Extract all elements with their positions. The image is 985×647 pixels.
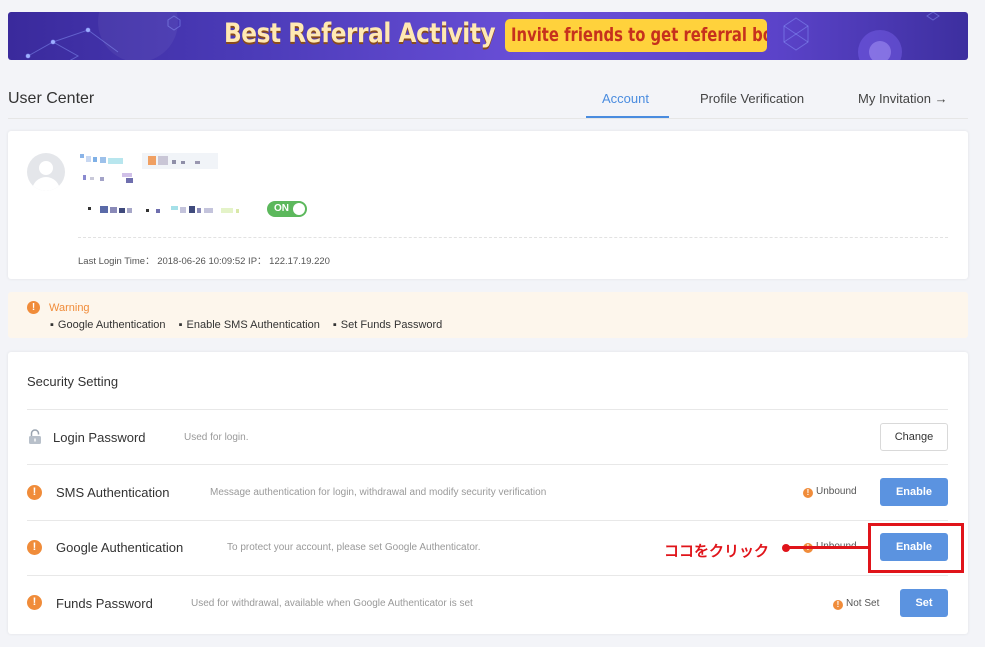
warning-items: Google Authentication Enable SMS Authent… <box>50 319 452 331</box>
divider <box>27 409 948 410</box>
login-password-label: Login Password <box>53 430 146 445</box>
alert-icon: ! <box>833 600 843 610</box>
google-auth-label: Google Authentication <box>56 540 184 555</box>
alert-icon: ! <box>27 540 42 555</box>
alert-icon: ! <box>27 485 42 500</box>
alert-icon: ! <box>803 488 813 498</box>
header-divider <box>8 118 968 119</box>
warning-title: Warning <box>49 302 90 314</box>
enable-sms-button[interactable]: Enable <box>880 478 948 506</box>
security-setting-card: Security Setting Login Password Used for… <box>8 352 968 634</box>
banner-invite-pill: Invite friends to get referral bonus <box>505 19 767 52</box>
last-login-info: Last Login Time： 2018-06-26 10:09:52 IP：… <box>78 256 330 267</box>
divider <box>27 464 948 465</box>
annotation-text: ココをクリック <box>664 543 770 560</box>
login-password-desc: Used for login. <box>184 432 249 443</box>
referral-banner[interactable]: Best Referral Activity Invite friends to… <box>8 12 968 60</box>
warning-item: Set Funds Password <box>333 319 442 331</box>
avatar[interactable] <box>27 153 65 191</box>
account-divider <box>78 237 948 238</box>
sms-auth-desc: Message authentication for login, withdr… <box>210 487 547 498</box>
set-funds-password-button[interactable]: Set <box>900 589 948 617</box>
google-auth-desc: To protect your account, please set Goog… <box>227 542 481 553</box>
account-card: ON Last Login Time： 2018-06-26 10:09:52 … <box>8 131 968 279</box>
warning-item: Enable SMS Authentication <box>179 319 320 331</box>
alert-icon: ! <box>27 595 42 610</box>
warning-item: Google Authentication <box>50 319 166 331</box>
divider <box>27 575 948 576</box>
sms-auth-label: SMS Authentication <box>56 485 170 500</box>
change-password-button[interactable]: Change <box>880 423 948 451</box>
lock-icon <box>29 429 41 444</box>
funds-password-desc: Used for withdrawal, available when Goog… <box>191 598 473 609</box>
sms-auth-status: ! Unbound <box>803 486 857 498</box>
divider <box>27 520 948 521</box>
annotation-highlight-box <box>868 523 964 573</box>
funds-password-status: ! Not Set <box>833 598 879 610</box>
tab-profile-verification[interactable]: Profile Verification <box>700 91 804 106</box>
warning-icon: ! <box>27 301 40 314</box>
banner-title: Best Referral Activity <box>224 18 496 49</box>
funds-password-label: Funds Password <box>56 596 153 611</box>
toggle-switch[interactable]: ON <box>267 201 307 217</box>
security-setting-title: Security Setting <box>27 374 119 389</box>
tab-bar: Account Profile Verification My Invitati… <box>0 88 985 120</box>
annotation-arrow-line <box>787 546 869 549</box>
tab-account[interactable]: Account <box>602 91 649 106</box>
tab-my-invitation[interactable]: My Invitation → <box>858 91 948 106</box>
warning-panel: ! Warning Google Authentication Enable S… <box>8 292 968 338</box>
